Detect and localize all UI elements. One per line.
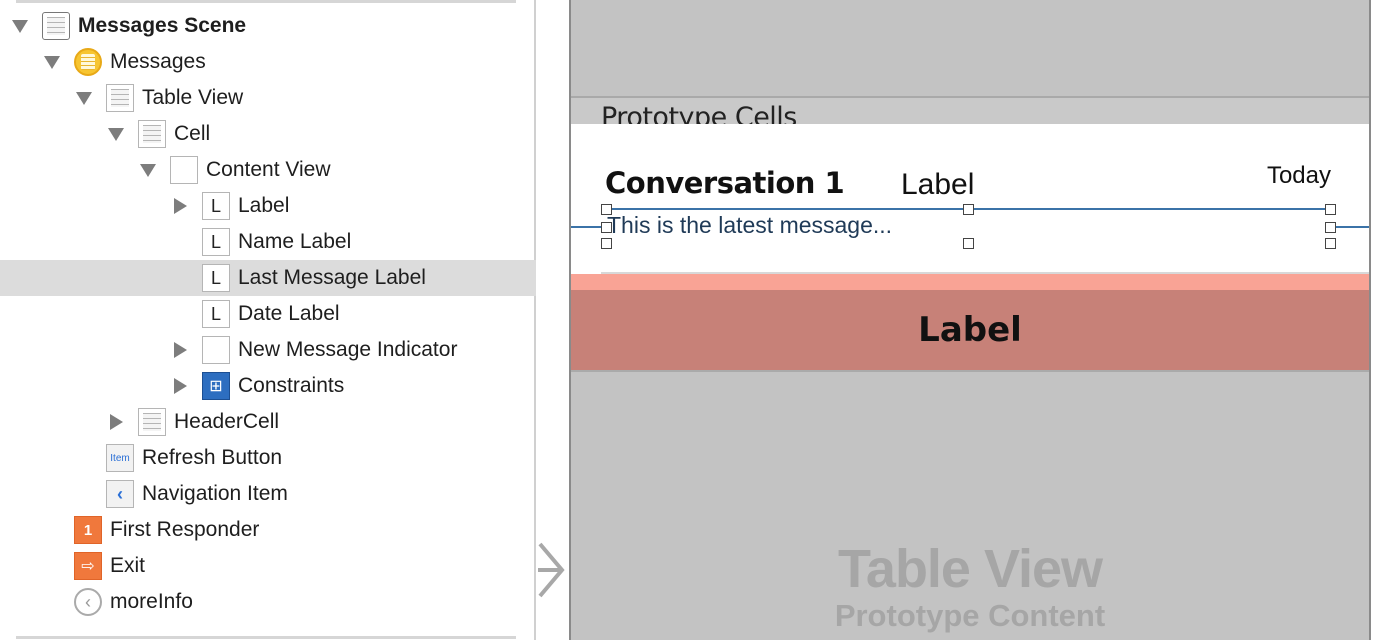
outline-item-date-label[interactable]: L Date Label <box>0 296 536 332</box>
outline-item-exit[interactable]: ⇨ Exit <box>0 548 536 584</box>
first-responder-icon: 1 <box>74 512 104 548</box>
outline-item-label: Exit <box>110 554 146 577</box>
resize-handle[interactable] <box>601 204 612 215</box>
name-label[interactable]: Conversation 1 <box>605 166 845 200</box>
outline-item-label: First Responder <box>110 518 260 541</box>
outline-item-first-responder[interactable]: 1 First Responder <box>0 512 536 548</box>
label-icon: L <box>202 260 232 296</box>
resize-handle[interactable] <box>963 204 974 215</box>
disclosure-expanded-icon[interactable] <box>108 128 124 141</box>
navigation-item-icon: ‹ <box>106 476 136 512</box>
table-view-placeholder: Table View Prototype Content <box>571 538 1369 634</box>
outline-item-label: Refresh Button <box>142 446 283 469</box>
outline-item-navigation-item[interactable]: ‹ Navigation Item <box>0 476 536 512</box>
outline-item-messages[interactable]: Messages <box>0 44 536 80</box>
outline-item-constraints[interactable]: ⊞ Constraints <box>0 368 536 404</box>
outline-item-label: Navigation Item <box>142 482 288 505</box>
outline-item-label: Cell <box>174 122 211 145</box>
resize-handle[interactable] <box>601 238 612 249</box>
view-icon <box>170 152 200 188</box>
outline-item-last-message-label[interactable]: L Last Message Label <box>0 260 536 296</box>
segue-arrow-icon <box>538 542 565 598</box>
outline-item-table-view[interactable]: Table View <box>0 80 536 116</box>
outline-item-label: Label <box>238 194 290 217</box>
header-cell-label[interactable]: Label <box>918 310 1022 350</box>
table-cell-icon <box>138 404 168 440</box>
outline-item-label: Content View <box>206 158 331 181</box>
outline-item-label: Last Message Label <box>238 266 426 289</box>
outline-item-label: Messages Scene <box>78 14 247 37</box>
divider <box>16 0 516 3</box>
outline-item-refresh-button[interactable]: Item Refresh Button <box>0 440 536 476</box>
bar-button-item-icon: Item <box>106 440 136 476</box>
document-outline: Messages Scene Messages Table View Cell Cont… <box>0 0 536 640</box>
constraint-line <box>571 226 603 228</box>
outline-item-label: Constraints <box>238 374 345 397</box>
prototype-cell[interactable]: Conversation 1 Label Today This is the l… <box>571 124 1369 274</box>
resize-handle[interactable] <box>1325 222 1336 233</box>
outline-item-headercell[interactable]: HeaderCell <box>0 404 536 440</box>
outline-item-content-view[interactable]: Content View <box>0 152 536 188</box>
scene-icon <box>42 8 72 44</box>
disclosure-expanded-icon[interactable] <box>44 56 60 69</box>
table-cell-icon <box>138 116 168 152</box>
disclosure-expanded-icon[interactable] <box>140 164 156 177</box>
date-label[interactable]: Today <box>1267 162 1331 190</box>
outline-item-label: HeaderCell <box>174 410 280 433</box>
section-header: Prototype Cells <box>571 98 1369 133</box>
placeholder-title: Table View <box>837 539 1103 599</box>
table-view-icon <box>106 80 136 116</box>
resize-handle[interactable] <box>601 222 612 233</box>
outline-item-label: Table View <box>142 86 244 109</box>
constraints-icon: ⊞ <box>202 368 232 404</box>
view-controller-icon <box>74 44 104 80</box>
outline-item-label: Date Label <box>238 302 340 325</box>
disclosure-collapsed-icon[interactable] <box>110 414 123 430</box>
disclosure-expanded-icon[interactable] <box>76 92 92 105</box>
label-icon: L <box>202 224 232 260</box>
placeholder-subtitle: Prototype Content <box>834 598 1106 633</box>
header-cell[interactable]: Label <box>571 290 1369 372</box>
header-cell-top <box>571 274 1369 290</box>
exit-icon: ⇨ <box>74 548 104 584</box>
resize-handle[interactable] <box>963 238 974 249</box>
disclosure-collapsed-icon[interactable] <box>174 378 187 394</box>
divider <box>16 636 516 639</box>
resize-handle[interactable] <box>1325 238 1336 249</box>
segue-icon: ‹ <box>74 584 104 620</box>
outline-item-name-label[interactable]: L Name Label <box>0 224 536 260</box>
outline-item-label: Name Label <box>238 230 352 253</box>
outline-item-label[interactable]: L Label <box>0 188 536 224</box>
outline-item-label: New Message Indicator <box>238 338 458 361</box>
messages-scene[interactable]: Prototype Cells Conversation 1 Label Tod… <box>569 0 1371 640</box>
outline-item-label: Messages <box>110 50 206 73</box>
storyboard-canvas[interactable]: Prototype Cells Conversation 1 Label Tod… <box>538 0 1380 640</box>
outline-item-label: moreInfo <box>110 590 193 613</box>
label-icon: L <box>202 188 232 224</box>
outline-item-messages-scene[interactable]: Messages Scene <box>0 8 536 44</box>
resize-handle[interactable] <box>1325 204 1336 215</box>
label-icon: L <box>202 296 232 332</box>
outline-item-moreinfo[interactable]: ‹ moreInfo <box>0 584 536 620</box>
disclosure-expanded-icon[interactable] <box>12 20 28 33</box>
disclosure-collapsed-icon[interactable] <box>174 198 187 214</box>
last-message-label[interactable]: This is the latest message... <box>607 212 892 239</box>
outline-item-new-message-indicator[interactable]: New Message Indicator <box>0 332 536 368</box>
disclosure-collapsed-icon[interactable] <box>174 342 187 358</box>
view-icon <box>202 332 232 368</box>
label[interactable]: Label <box>901 168 974 202</box>
outline-item-cell[interactable]: Cell <box>0 116 536 152</box>
